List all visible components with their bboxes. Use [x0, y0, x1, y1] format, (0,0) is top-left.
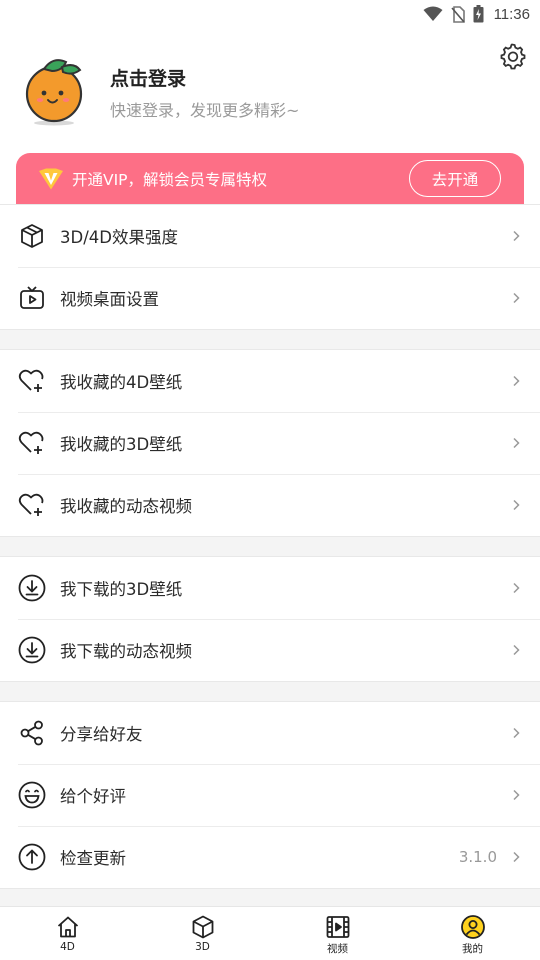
status-bar: 11:36	[0, 0, 540, 28]
chevron-right-icon	[513, 789, 520, 801]
tab-label: 我的	[462, 943, 483, 955]
tv-play-icon	[18, 284, 46, 312]
cube-icon	[192, 915, 213, 939]
menu-group-favorites: 我收藏的4D壁纸 我收藏的3D壁纸 我收藏的动态视频	[0, 349, 540, 537]
tab-label: 4D	[60, 941, 75, 953]
menu-item-download-video[interactable]: 我下载的动态视频	[0, 619, 540, 681]
menu-item-label: 检查更新	[60, 849, 126, 868]
user-circle-icon	[460, 915, 485, 939]
chevron-right-icon	[513, 727, 520, 739]
menu-item-fav-3d[interactable]: 我收藏的3D壁纸	[0, 412, 540, 474]
settings-gear-icon[interactable]	[498, 42, 526, 70]
menu-group-misc: 分享给好友 给个好评 检查更新 3.1.0	[0, 701, 540, 889]
menu-item-fav-video[interactable]: 我收藏的动态视频	[0, 474, 540, 536]
upload-circle-icon	[18, 843, 46, 871]
cube-icon	[18, 222, 46, 250]
menu-item-rate[interactable]: 给个好评	[0, 764, 540, 826]
section-divider	[0, 682, 540, 701]
chevron-right-icon	[513, 437, 520, 449]
menu-item-check-update[interactable]: 检查更新 3.1.0	[0, 826, 540, 888]
chevron-right-icon	[513, 851, 520, 863]
menu-item-label: 分享给好友	[60, 725, 143, 744]
chevron-right-icon	[513, 499, 520, 511]
orange-avatar[interactable]	[22, 56, 88, 126]
wifi-icon	[423, 6, 443, 21]
app-version: 3.1.0	[458, 848, 497, 866]
menu-group-effects: 3D/4D效果强度 视频桌面设置	[0, 204, 540, 330]
menu-item-download-3d[interactable]: 我下载的3D壁纸	[0, 557, 540, 619]
menu-item-label: 3D/4D效果强度	[60, 228, 178, 247]
menu-item-fav-4d[interactable]: 我收藏的4D壁纸	[0, 350, 540, 412]
home-icon	[57, 916, 78, 938]
login-title[interactable]: 点击登录	[110, 64, 186, 91]
tab-3d[interactable]: 3D	[135, 907, 270, 960]
bottom-tab-bar: 4D 3D 视频 我的	[0, 906, 540, 960]
download-circle-icon	[18, 636, 46, 664]
heart-plus-icon	[18, 367, 46, 395]
menu-item-label: 视频桌面设置	[60, 290, 159, 309]
smile-icon	[18, 781, 46, 809]
menu-item-label: 给个好评	[60, 787, 126, 806]
vip-banner[interactable]: 开通VIP，解锁会员专属特权 去开通	[16, 153, 524, 204]
chevron-right-icon	[513, 292, 520, 304]
profile-header: 点击登录 快速登录，发现更多精彩~	[0, 28, 540, 153]
battery-icon	[473, 5, 484, 23]
menu-item-label: 我下载的3D壁纸	[60, 580, 183, 599]
menu-item-label: 我收藏的动态视频	[60, 497, 192, 516]
tab-4d[interactable]: 4D	[0, 907, 135, 960]
heart-plus-icon	[18, 491, 46, 519]
vip-open-button[interactable]: 去开通	[409, 160, 501, 197]
section-divider	[0, 537, 540, 556]
chevron-right-icon	[513, 582, 520, 594]
status-time: 11:36	[493, 5, 530, 23]
tab-mine[interactable]: 我的	[405, 907, 540, 960]
tab-label: 3D	[195, 941, 210, 953]
no-sim-icon	[450, 5, 465, 23]
download-circle-icon	[18, 574, 46, 602]
chevron-right-icon	[513, 375, 520, 387]
menu-group-downloads: 我下载的3D壁纸 我下载的动态视频	[0, 556, 540, 682]
film-icon	[326, 916, 349, 938]
chevron-right-icon	[513, 230, 520, 242]
vip-text: 开通VIP，解锁会员专属特权	[72, 170, 268, 189]
heart-plus-icon	[18, 429, 46, 457]
menu-item-label: 我收藏的3D壁纸	[60, 435, 183, 454]
tab-label: 视频	[327, 943, 348, 955]
chevron-right-icon	[513, 644, 520, 656]
menu-item-label: 我收藏的4D壁纸	[60, 373, 183, 392]
settings-menu: 3D/4D效果强度 视频桌面设置 我收藏的4D壁纸 我收藏的3D壁纸 我收藏的动…	[0, 204, 540, 908]
menu-item-effect-strength[interactable]: 3D/4D效果强度	[0, 205, 540, 267]
share-icon	[18, 719, 46, 747]
menu-item-share[interactable]: 分享给好友	[0, 702, 540, 764]
section-divider	[0, 330, 540, 349]
menu-item-video-desktop[interactable]: 视频桌面设置	[0, 267, 540, 329]
vip-diamond-icon	[39, 168, 63, 189]
login-subtitle: 快速登录，发现更多精彩~	[110, 101, 300, 120]
tab-video[interactable]: 视频	[270, 907, 405, 960]
menu-item-label: 我下载的动态视频	[60, 642, 192, 661]
